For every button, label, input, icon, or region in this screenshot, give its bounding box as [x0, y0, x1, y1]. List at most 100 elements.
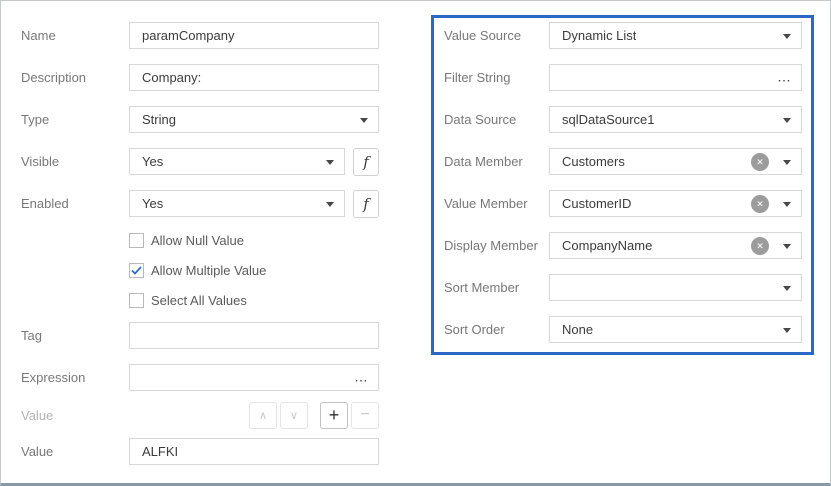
- fx-icon: f: [363, 195, 369, 213]
- field-row-visible: Visible Yes f: [21, 148, 379, 175]
- field-row-name: Name: [21, 22, 379, 49]
- chevron-down-icon: [783, 160, 791, 165]
- chevron-down-icon: [326, 160, 334, 165]
- field-row-description: Description: [21, 64, 379, 91]
- tag-input[interactable]: [129, 322, 379, 349]
- value-source-dropdown[interactable]: Dynamic List: [549, 22, 802, 49]
- field-row-value-source: Value Source Dynamic List: [444, 22, 811, 49]
- visible-expression-fx-button[interactable]: f: [353, 148, 379, 176]
- value-list-label: Value: [21, 408, 129, 423]
- checkbox-checked[interactable]: [129, 263, 144, 278]
- sort-order-dropdown[interactable]: None: [549, 316, 802, 343]
- field-row-value-member: Value Member CustomerID ✕: [444, 190, 811, 217]
- fx-icon: f: [363, 153, 369, 171]
- allow-multiple-value-label: Allow Multiple Value: [151, 263, 266, 278]
- checkbox-unchecked[interactable]: [129, 233, 144, 248]
- allow-null-value-label: Allow Null Value: [151, 233, 244, 248]
- value-member-label: Value Member: [444, 196, 549, 211]
- expression-field[interactable]: …: [129, 364, 379, 391]
- chevron-down-icon: [783, 244, 791, 249]
- data-source-dropdown-value: sqlDataSource1: [562, 112, 655, 127]
- enabled-expression-fx-button[interactable]: f: [353, 190, 379, 218]
- field-row-sort-member: Sort Member: [444, 274, 811, 301]
- type-label: Type: [21, 112, 129, 127]
- ellipsis-button[interactable]: …: [777, 68, 792, 84]
- chevron-down-icon: [360, 118, 368, 123]
- checkmark-icon: [131, 266, 142, 275]
- select-all-values-checkbox-row[interactable]: Select All Values: [129, 292, 379, 308]
- enabled-dropdown-value: Yes: [142, 196, 163, 211]
- checkbox-unchecked[interactable]: [129, 293, 144, 308]
- type-dropdown[interactable]: String: [129, 106, 379, 133]
- chevron-down-icon: ∨: [290, 409, 298, 422]
- field-row-expression: Expression …: [21, 364, 379, 391]
- add-value-button[interactable]: +: [320, 402, 348, 429]
- move-up-button[interactable]: ∧: [249, 402, 277, 429]
- expression-label: Expression: [21, 370, 129, 385]
- remove-value-button[interactable]: −: [351, 402, 379, 429]
- move-down-button[interactable]: ∨: [280, 402, 308, 429]
- chevron-down-icon: [783, 202, 791, 207]
- field-row-enabled: Enabled Yes f: [21, 190, 379, 217]
- enabled-label: Enabled: [21, 196, 129, 211]
- allow-multiple-value-checkbox-row[interactable]: Allow Multiple Value: [129, 262, 379, 278]
- display-member-label: Display Member: [444, 238, 549, 253]
- filter-string-label: Filter String: [444, 70, 549, 85]
- clear-icon[interactable]: ✕: [751, 195, 769, 213]
- allow-null-value-checkbox-row[interactable]: Allow Null Value: [129, 232, 379, 248]
- value-source-label: Value Source: [444, 28, 549, 43]
- value-member-dropdown-value: CustomerID: [562, 196, 631, 211]
- clear-icon[interactable]: ✕: [751, 237, 769, 255]
- visible-dropdown-value: Yes: [142, 154, 163, 169]
- field-row-filter-string: Filter String …: [444, 64, 811, 91]
- data-member-dropdown[interactable]: Customers ✕: [549, 148, 802, 175]
- chevron-down-icon: [783, 34, 791, 39]
- sort-member-label: Sort Member: [444, 280, 549, 295]
- data-member-dropdown-value: Customers: [562, 154, 625, 169]
- clear-icon[interactable]: ✕: [751, 153, 769, 171]
- type-dropdown-value: String: [142, 112, 176, 127]
- chevron-down-icon: [783, 286, 791, 291]
- sort-member-dropdown[interactable]: [549, 274, 802, 301]
- display-member-dropdown-value: CompanyName: [562, 238, 652, 253]
- tag-label: Tag: [21, 328, 129, 343]
- description-input[interactable]: [129, 64, 379, 91]
- parameter-options-checkbox-group: Allow Null Value Allow Multiple Value Se…: [129, 232, 379, 308]
- value-label: Value: [21, 444, 129, 459]
- field-row-data-member: Data Member Customers ✕: [444, 148, 811, 175]
- field-row-display-member: Display Member CompanyName ✕: [444, 232, 811, 259]
- filter-string-field[interactable]: …: [549, 64, 802, 91]
- dynamic-list-settings-panel: Value Source Dynamic List Filter String …: [431, 15, 814, 355]
- sort-order-dropdown-value: None: [562, 322, 593, 337]
- chevron-up-icon: ∧: [259, 409, 267, 422]
- field-row-data-source: Data Source sqlDataSource1: [444, 106, 811, 133]
- minus-icon: −: [360, 406, 369, 424]
- description-label: Description: [21, 70, 129, 85]
- select-all-values-label: Select All Values: [151, 293, 247, 308]
- sort-order-label: Sort Order: [444, 322, 549, 337]
- chevron-down-icon: [783, 118, 791, 123]
- display-member-dropdown[interactable]: CompanyName ✕: [549, 232, 802, 259]
- value-input[interactable]: [129, 438, 379, 465]
- field-row-type: Type String: [21, 106, 379, 133]
- chevron-down-icon: [326, 202, 334, 207]
- ellipsis-button[interactable]: …: [354, 368, 369, 384]
- field-row-value: Value: [21, 438, 379, 465]
- chevron-down-icon: [783, 328, 791, 333]
- visible-dropdown[interactable]: Yes: [129, 148, 345, 175]
- plus-icon: +: [329, 405, 340, 426]
- value-list-toolbar: Value ∧ ∨ + −: [21, 401, 379, 429]
- value-source-dropdown-value: Dynamic List: [562, 28, 636, 43]
- parameter-general-section: Name Description Type String Visible Yes…: [21, 22, 379, 480]
- data-source-label: Data Source: [444, 112, 549, 127]
- enabled-dropdown[interactable]: Yes: [129, 190, 345, 217]
- parameter-editor-panel: Name Description Type String Visible Yes…: [0, 0, 831, 486]
- field-row-sort-order: Sort Order None: [444, 316, 811, 343]
- name-label: Name: [21, 28, 129, 43]
- visible-label: Visible: [21, 154, 129, 169]
- name-input[interactable]: [129, 22, 379, 49]
- value-member-dropdown[interactable]: CustomerID ✕: [549, 190, 802, 217]
- data-member-label: Data Member: [444, 154, 549, 169]
- field-row-tag: Tag: [21, 322, 379, 349]
- data-source-dropdown[interactable]: sqlDataSource1: [549, 106, 802, 133]
